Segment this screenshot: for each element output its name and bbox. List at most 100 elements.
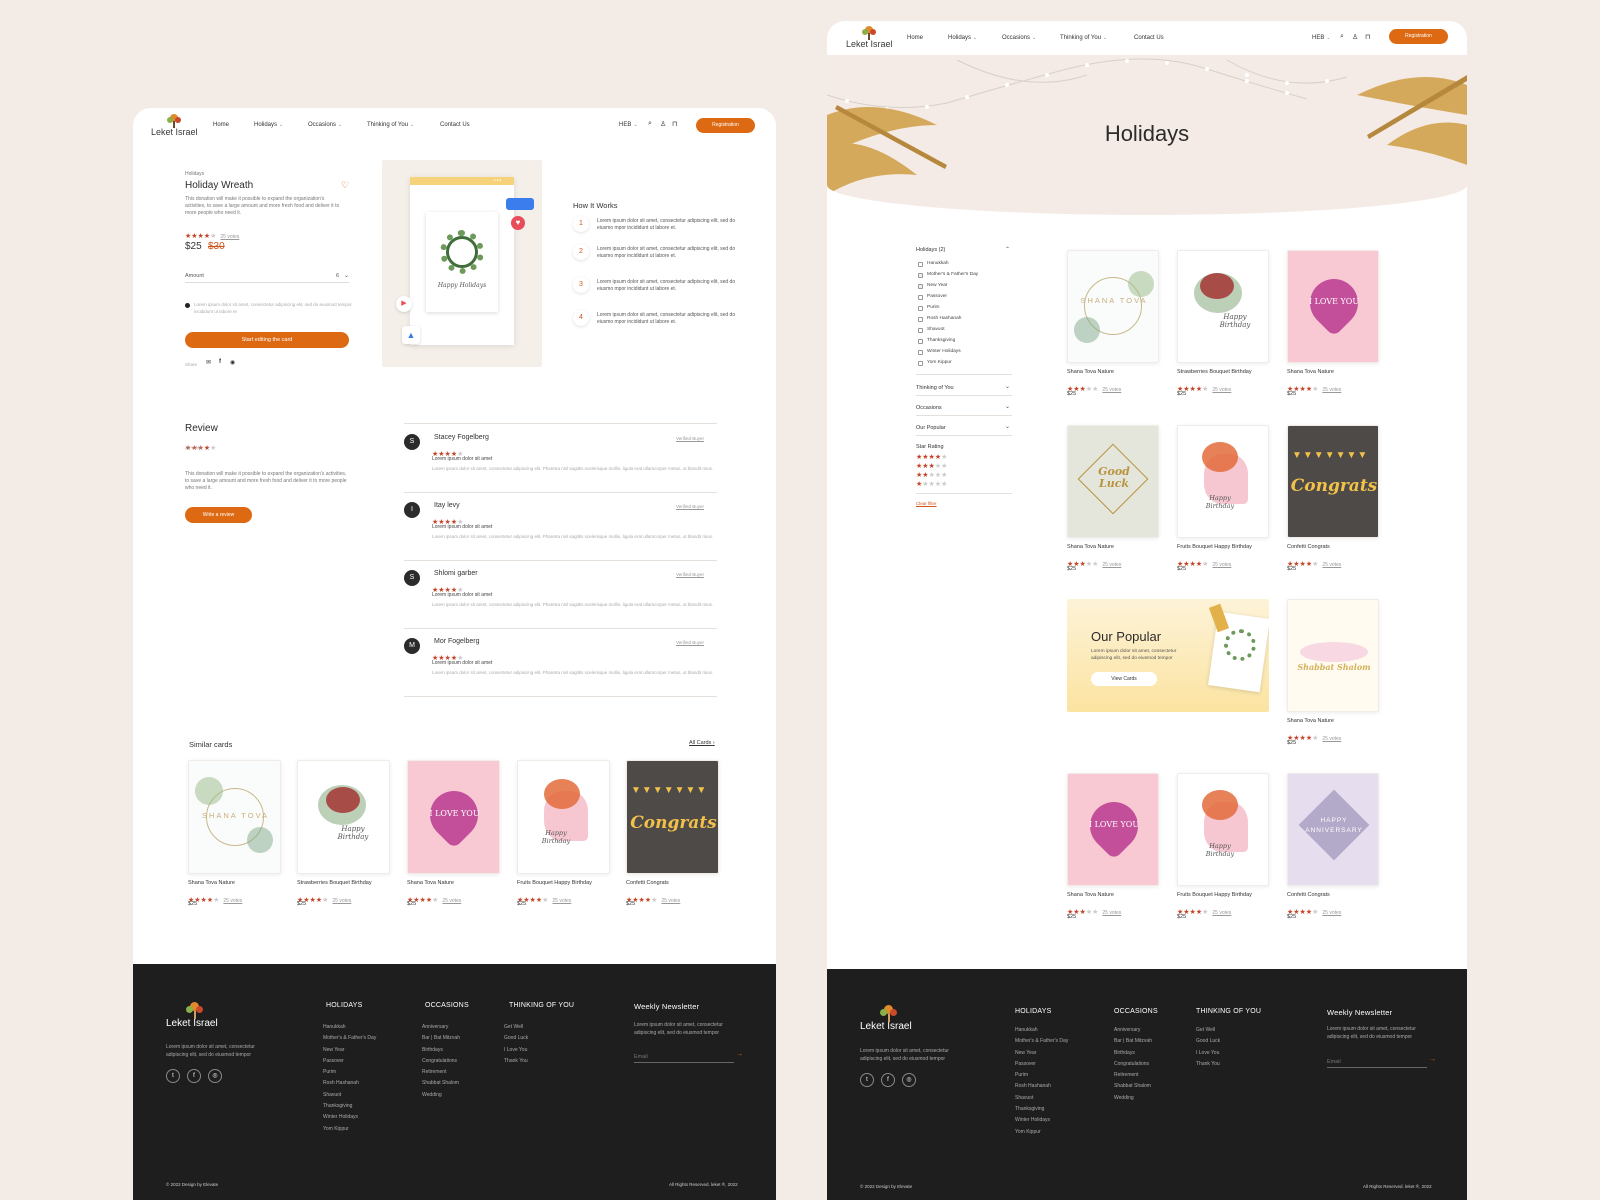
footer-link[interactable]: Birthdays — [422, 1045, 460, 1056]
newsletter-email-input[interactable] — [1327, 1056, 1427, 1068]
nav-holidays[interactable]: Holidays ⌄ — [254, 122, 283, 128]
checkbox[interactable] — [918, 306, 923, 311]
radio-icon[interactable] — [185, 303, 190, 308]
verified-buyer-link[interactable]: Verified Buyer — [676, 640, 704, 645]
card-name[interactable]: Shana Tova Nature — [407, 880, 454, 886]
card-name[interactable]: Shana Tova Nature — [1067, 892, 1114, 898]
twitter-icon[interactable]: t — [166, 1069, 180, 1083]
product-votes[interactable]: 25 votes — [220, 234, 239, 240]
footer-link[interactable]: Mother's & Father's Day — [323, 1033, 376, 1044]
checkbox-checked[interactable] — [918, 273, 923, 278]
twitter-icon[interactable]: t — [860, 1073, 874, 1087]
search-icon[interactable]: ⌕ — [1340, 33, 1344, 41]
filter-option[interactable]: Thanksgiving — [927, 338, 955, 343]
instagram-icon[interactable]: ◎ — [208, 1069, 222, 1083]
write-review-button[interactable]: Write a review — [185, 507, 252, 523]
chevron-up-icon[interactable]: ⌃ — [1005, 246, 1010, 253]
footer-link[interactable]: Purim — [1015, 1070, 1068, 1081]
verified-buyer-link[interactable]: Verified Buyer — [676, 572, 704, 577]
card-good-luck[interactable]: Good Luck — [1067, 425, 1159, 538]
card-fruits-bouquet[interactable]: Happy Birthday — [517, 760, 610, 874]
footer-link[interactable]: I Love You — [1196, 1048, 1220, 1059]
card-name[interactable]: Confetti Congrats — [626, 880, 669, 886]
filter-option[interactable]: Passover — [927, 294, 947, 299]
view-cards-button[interactable]: View Cards — [1091, 672, 1157, 686]
card-strawberries[interactable]: Happy Birthday — [1177, 250, 1269, 363]
card-votes[interactable]: 25 votes — [1322, 910, 1341, 916]
language-select[interactable]: HEB ⌄ — [619, 122, 638, 128]
card-fruits-bouquet[interactable]: Happy Birthday — [1177, 773, 1269, 886]
footer-link[interactable]: New Year — [1015, 1048, 1068, 1059]
card-happy-anniversary[interactable]: HAPPY ANNIVERSARY — [1287, 773, 1379, 886]
footer-link[interactable]: Hanukkah — [1015, 1025, 1068, 1036]
mail-icon[interactable]: ✉ — [206, 359, 211, 366]
logo[interactable]: Leket Israel — [151, 114, 198, 137]
footer-link[interactable]: Thank You — [1196, 1059, 1220, 1070]
footer-link[interactable]: Winter Holidays — [323, 1112, 376, 1123]
star-rating-icon[interactable]: ★★★★★ — [916, 462, 947, 471]
star-filter-options[interactable]: ★★★★★ ★★★★★ ★★★★★ ★★★★★ — [916, 453, 947, 489]
filter-section-occasions[interactable]: Occasions — [916, 405, 942, 411]
all-cards-link[interactable]: All Cards › — [689, 740, 715, 746]
card-votes[interactable]: 25 votes — [442, 898, 461, 904]
user-icon[interactable]: ♙ — [660, 120, 666, 128]
arrow-right-icon[interactable]: → — [1429, 1056, 1436, 1063]
chevron-down-icon[interactable]: ⌄ — [1005, 403, 1010, 410]
nav-home[interactable]: Home — [907, 35, 923, 41]
footer-link[interactable]: Get Well — [504, 1022, 528, 1033]
footer-link[interactable]: Mother's & Father's Day — [1015, 1036, 1068, 1047]
search-icon[interactable]: ⌕ — [648, 120, 652, 128]
card-shabbat-shalom[interactable]: Shabbat Shalom — [1287, 599, 1379, 712]
clear-filter-link[interactable]: Clear filter — [916, 501, 937, 506]
filter-option[interactable]: Mother's & Father's Day — [927, 272, 978, 277]
card-name[interactable]: Shana Tova Nature — [1067, 369, 1114, 375]
filter-option[interactable]: Purim — [927, 305, 940, 310]
footer-link[interactable]: Shavuot — [1015, 1093, 1068, 1104]
footer-link[interactable]: Passover — [1015, 1059, 1068, 1070]
card-name[interactable]: Confetti Congrats — [1287, 544, 1330, 550]
footer-link[interactable]: I Love You — [504, 1045, 528, 1056]
nav-contact[interactable]: Contact Us — [1134, 35, 1164, 41]
footer-link[interactable]: Thanksgiving — [1015, 1104, 1068, 1115]
checkbox[interactable] — [918, 317, 923, 322]
footer-link[interactable]: Bar | Bat Mitzvah — [422, 1033, 460, 1044]
card-votes[interactable]: 25 votes — [661, 898, 680, 904]
checkbox-checked[interactable] — [918, 284, 923, 289]
footer-link[interactable]: Good Luck — [1196, 1036, 1220, 1047]
card-confetti-congrats[interactable]: ▼▼▼▼▼▼▼ Congrats — [1287, 425, 1379, 538]
whatsapp-icon[interactable]: ◉ — [230, 359, 235, 366]
checkbox[interactable] — [918, 262, 923, 267]
card-votes[interactable]: 25 votes — [1102, 387, 1121, 393]
footer-link[interactable]: Anniversary — [422, 1022, 460, 1033]
checkbox[interactable] — [918, 350, 923, 355]
filter-section-popular[interactable]: Our Popular — [916, 425, 946, 431]
user-icon[interactable]: ♙ — [1352, 33, 1358, 41]
footer-link[interactable]: Hanukkah — [323, 1022, 376, 1033]
card-votes[interactable]: 25 votes — [1212, 562, 1231, 568]
nav-thinking[interactable]: Thinking of You ⌄ — [367, 122, 414, 128]
start-editing-button[interactable]: Start editing the card — [185, 332, 349, 348]
logo[interactable]: Leket Israel — [846, 26, 893, 49]
facebook-icon[interactable]: f — [219, 359, 221, 365]
newsletter-email-input[interactable] — [634, 1051, 734, 1063]
filter-option[interactable]: Yom Kippur — [927, 360, 952, 365]
footer-link[interactable]: Wedding — [1114, 1093, 1152, 1104]
checkbox[interactable] — [918, 295, 923, 300]
card-name[interactable]: Fruits Bouquet Happy Birthday — [1177, 892, 1252, 898]
checkbox[interactable] — [918, 361, 923, 366]
nav-holidays[interactable]: Holidays ⌄ — [948, 35, 977, 41]
footer-link[interactable]: Get Well — [1196, 1025, 1220, 1036]
card-votes[interactable]: 25 votes — [1102, 562, 1121, 568]
footer-link[interactable]: Bar | Bat Mitzvah — [1114, 1036, 1152, 1047]
card-votes[interactable]: 25 votes — [1212, 387, 1231, 393]
nav-occasions[interactable]: Occasions ⌄ — [308, 122, 342, 128]
card-name[interactable]: Strawberries Bouquet Birthday — [1177, 369, 1252, 375]
footer-link[interactable]: Birthdays — [1114, 1048, 1152, 1059]
card-name[interactable]: Confetti Congrats — [1287, 892, 1330, 898]
card-fruits-bouquet[interactable]: Happy Birthday — [1177, 425, 1269, 538]
nav-home[interactable]: Home — [213, 122, 229, 128]
footer-link[interactable]: Thanksgiving — [323, 1101, 376, 1112]
card-votes[interactable]: 25 votes — [223, 898, 242, 904]
footer-logo[interactable]: Leket Israel — [860, 1005, 912, 1032]
card-name[interactable]: Fruits Bouquet Happy Birthday — [1177, 544, 1252, 550]
